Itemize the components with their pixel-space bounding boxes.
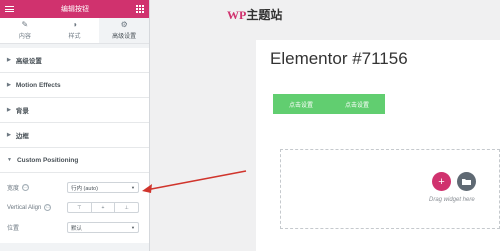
section-custom-positioning[interactable]: ▼ Custom Positioning bbox=[0, 148, 149, 173]
gear-icon: ⚙ bbox=[120, 20, 128, 29]
tab-advanced[interactable]: ⚙ 高级设置 bbox=[99, 18, 150, 43]
position-label: 位置 bbox=[7, 226, 20, 232]
section-background-label: 背景 bbox=[15, 108, 29, 115]
responsive-icon[interactable]: ▭ bbox=[44, 204, 52, 211]
folder-icon[interactable] bbox=[457, 172, 476, 191]
tab-content[interactable]: ✎ 内容 bbox=[0, 18, 50, 43]
caret-down-icon: ▼ bbox=[7, 157, 12, 163]
width-control: 宽度 ▭ 行内 (auto) ▼ bbox=[7, 179, 141, 196]
caret-right-icon: ▶ bbox=[7, 107, 11, 113]
caret-right-icon: ▶ bbox=[7, 82, 11, 88]
pencil-icon: ✎ bbox=[21, 20, 29, 29]
vertical-align-buttons: ⊤ + ⊥ bbox=[67, 202, 139, 213]
editor-panel: 编辑按钮 ✎ 内容 ◑ 样式 ⚙ 高级设置 ▶ 高级设置 ▶ Motion Ef… bbox=[0, 0, 150, 251]
site-logo: WP主题站 bbox=[227, 6, 282, 23]
align-bottom-icon[interactable]: ⊥ bbox=[115, 203, 138, 212]
align-middle-icon[interactable]: + bbox=[92, 203, 116, 212]
caret-right-icon: ▶ bbox=[7, 57, 11, 63]
tab-advanced-label: 高级设置 bbox=[112, 34, 137, 40]
align-top-icon[interactable]: ⊤ bbox=[68, 203, 92, 212]
section-advanced-label: 高级设置 bbox=[15, 58, 42, 65]
section-border-label: 边框 bbox=[15, 133, 29, 140]
add-section-icon[interactable]: + bbox=[432, 172, 451, 191]
logo-accent: WP bbox=[227, 8, 247, 22]
contrast-icon: ◑ bbox=[72, 20, 77, 29]
custom-positioning-controls: 宽度 ▭ 行内 (auto) ▼ Vertical Align ▭ ⊤ + ⊥ … bbox=[0, 173, 149, 243]
position-select-value: 默认 bbox=[71, 225, 83, 232]
section-background[interactable]: ▶ 背景 bbox=[0, 98, 149, 123]
section-advanced[interactable]: ▶ 高级设置 bbox=[0, 48, 149, 73]
tab-content-label: 内容 bbox=[18, 34, 31, 40]
chevron-down-icon: ▼ bbox=[131, 185, 135, 190]
panel-title: 编辑按钮 bbox=[61, 6, 89, 13]
section-border[interactable]: ▶ 边框 bbox=[0, 123, 149, 148]
section-motion-label: Motion Effects bbox=[15, 81, 61, 89]
vertical-align-label: Vertical Align bbox=[7, 204, 42, 211]
tab-style[interactable]: ◑ 样式 bbox=[50, 18, 100, 43]
chevron-down-icon: ▼ bbox=[131, 225, 135, 230]
position-control: 位置 默认 ▼ bbox=[7, 219, 141, 236]
tab-style-label: 样式 bbox=[68, 34, 81, 40]
position-select[interactable]: 默认 ▼ bbox=[67, 222, 139, 233]
vertical-align-control: Vertical Align ▭ ⊤ + ⊥ bbox=[7, 199, 141, 216]
widgets-grid-icon[interactable] bbox=[136, 5, 144, 13]
width-select-value: 行内 (auto) bbox=[71, 185, 98, 192]
hamburger-menu-icon[interactable] bbox=[5, 6, 14, 12]
panel-tabs: ✎ 内容 ◑ 样式 ⚙ 高级设置 bbox=[0, 18, 150, 44]
responsive-icon[interactable]: ▭ bbox=[22, 184, 30, 191]
logo-text: 主题站 bbox=[246, 8, 283, 22]
width-label: 宽度 bbox=[7, 186, 20, 192]
page-title: Elementor #71156 bbox=[270, 49, 408, 68]
drag-widget-hint: Drag widget here bbox=[429, 197, 475, 203]
section-motion-effects[interactable]: ▶ Motion Effects bbox=[0, 73, 149, 98]
section-custom-positioning-label: Custom Positioning bbox=[16, 156, 79, 164]
green-button-2[interactable]: 点击设置 bbox=[329, 94, 385, 114]
caret-right-icon: ▶ bbox=[7, 132, 11, 138]
panel-header: 编辑按钮 bbox=[0, 0, 149, 18]
width-select[interactable]: 行内 (auto) ▼ bbox=[67, 182, 139, 193]
green-button-1[interactable]: 点击设置 bbox=[273, 94, 329, 114]
